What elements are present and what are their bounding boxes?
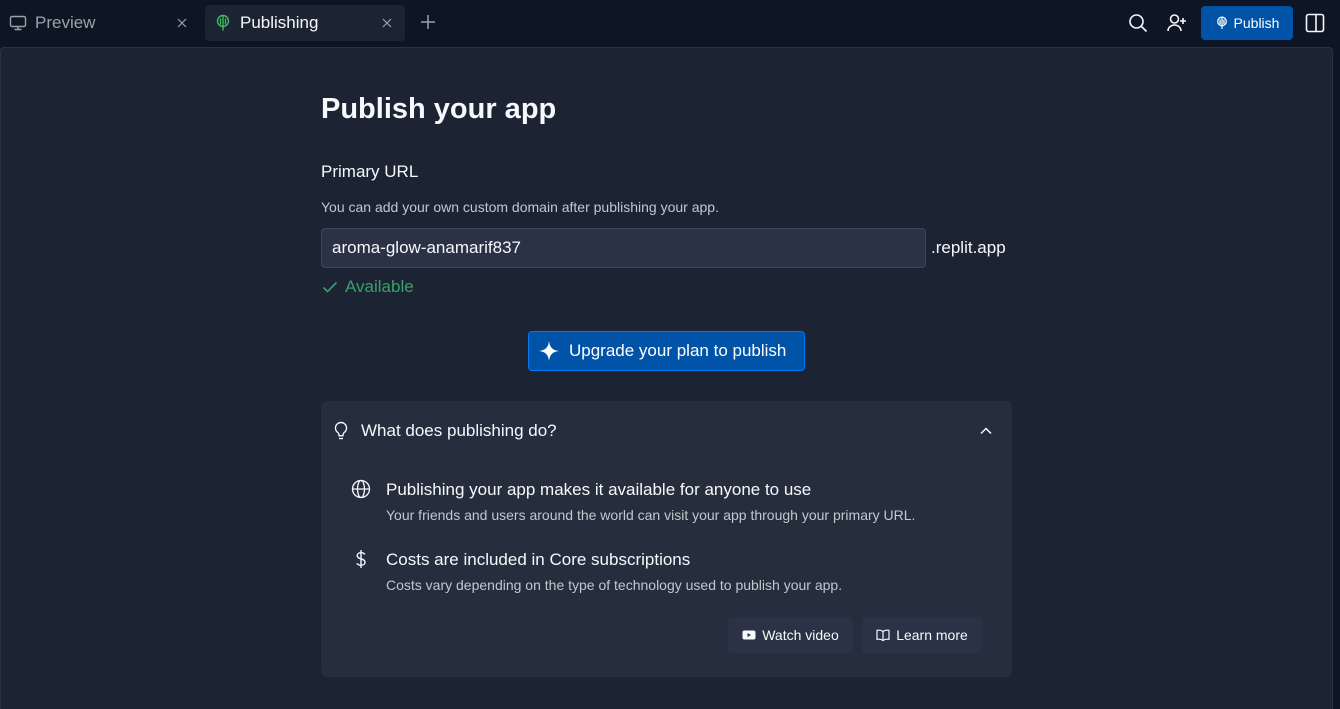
watch-video-button[interactable]: Watch video [728,617,853,653]
url-suffix: .replit.app [931,238,1006,257]
publishing-icon [216,14,230,31]
add-tab-icon[interactable] [418,12,438,32]
search-icon[interactable] [1127,12,1149,34]
user-plus-icon[interactable] [1166,12,1188,34]
tab-preview[interactable]: Preview [0,5,200,41]
upgrade-plan-label: Upgrade your plan to publish [569,341,787,360]
publishing-icon [1216,16,1227,29]
publish-button-label: Publish [1233,15,1280,31]
upgrade-plan-button[interactable]: Upgrade your plan to publish [528,331,805,371]
faq-title: What does publishing do? [361,421,557,440]
globe-icon [351,479,371,499]
book-icon [876,629,890,642]
faq-item-description: Your friends and users around the world … [386,507,916,523]
learn-more-button[interactable]: Learn more [862,617,982,653]
top-bar: Preview Publishing Publish [0,0,1340,46]
primary-url-label: Primary URL [321,162,419,181]
sparkle-icon [539,341,559,361]
primary-url-help: You can add your own custom domain after… [321,199,719,215]
tab-label: Publishing [240,13,319,32]
close-icon[interactable] [175,16,189,30]
youtube-icon [742,630,756,640]
watch-video-label: Watch video [762,627,839,643]
check-icon [322,281,338,293]
tab-label: Preview [35,13,96,32]
close-icon[interactable] [380,16,394,30]
monitor-icon [9,15,27,31]
lightbulb-icon [334,421,348,440]
tab-publishing[interactable]: Publishing [205,5,405,41]
availability-text: Available [345,277,414,296]
faq-item-description: Costs vary depending on the type of tech… [386,577,843,593]
learn-more-label: Learn more [896,627,968,643]
publishing-info-card: What does publishing do? Publishing your… [321,401,1012,677]
dollar-icon [356,550,366,568]
chevron-up-icon[interactable] [978,423,994,439]
publish-button[interactable]: Publish [1201,6,1293,40]
availability-status: Available [321,277,414,297]
faq-item-title: Publishing your app makes it available f… [386,480,812,499]
faq-item-title: Costs are included in Core subscriptions [386,550,691,569]
primary-url-input[interactable] [321,228,926,268]
page-title: Publish your app [321,93,557,125]
faq-header[interactable]: What does publishing do? [321,401,1012,461]
sidebar-layout-icon[interactable] [1304,12,1326,34]
